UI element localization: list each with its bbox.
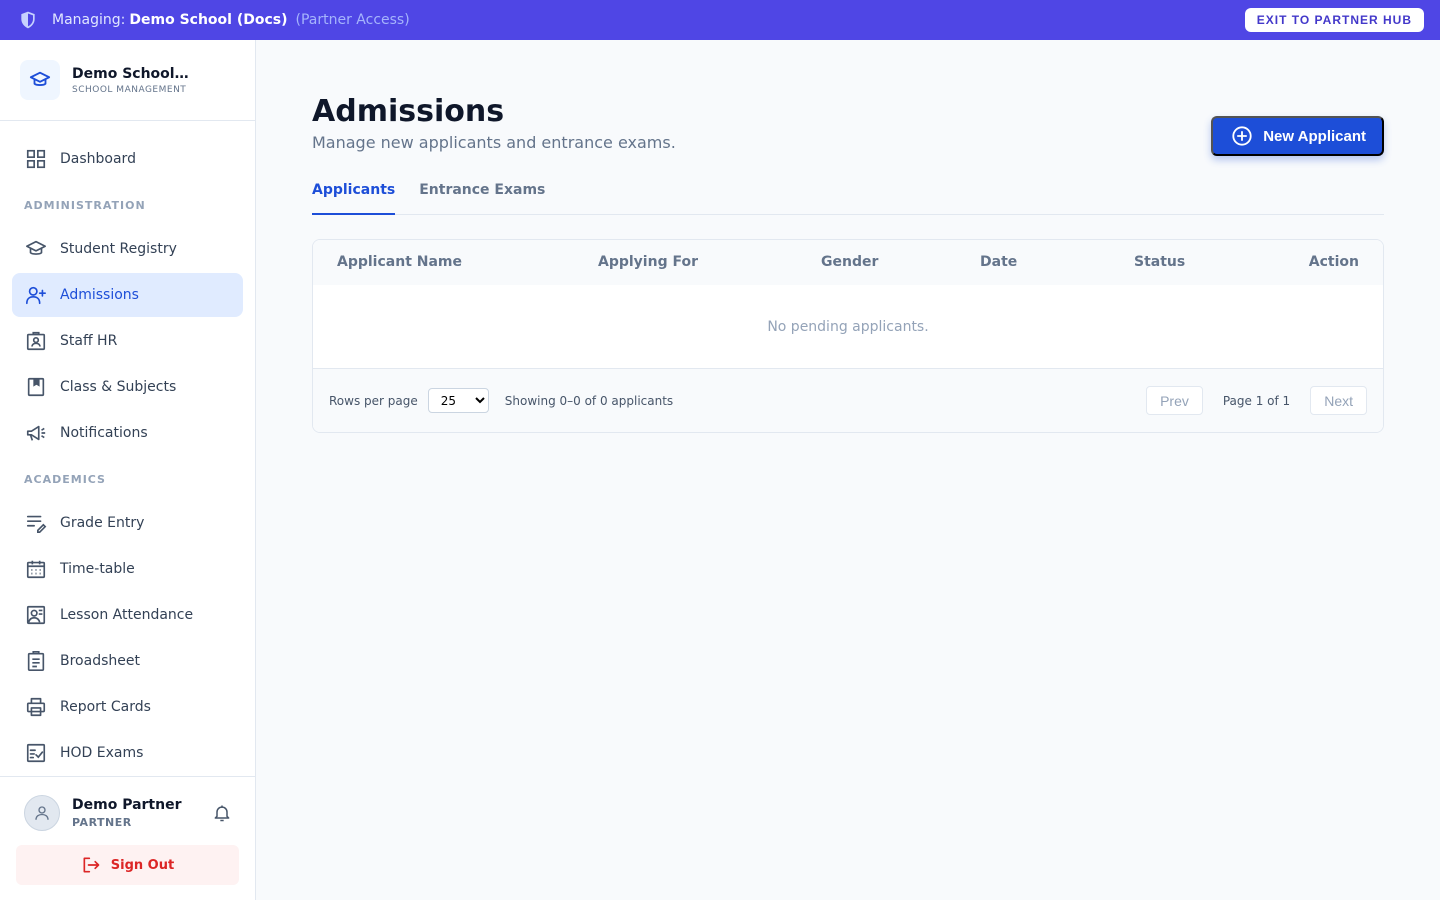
showing-count: Showing 0–0 of 0 applicants [504, 393, 674, 408]
admissions-tabs: Applicants Entrance Exams [312, 176, 1384, 215]
new-applicant-button[interactable]: New Applicant [1211, 116, 1384, 156]
applicants-table: Applicant Name Applying For Gender Date … [312, 239, 1384, 433]
sidebar-item-notifications[interactable]: Notifications [12, 411, 243, 455]
empty-state-message: No pending applicants. [313, 285, 1383, 369]
sidebar: Demo School… SCHOOL MANAGEMENT Dashboard… [0, 40, 256, 900]
column-header-date[interactable]: Date [980, 254, 1017, 270]
sign-out-label: Sign Out [110, 857, 175, 873]
user-name: Demo Partner [72, 797, 182, 813]
sidebar-item-admissions[interactable]: Admissions [12, 273, 243, 317]
tab-applicants[interactable]: Applicants [312, 176, 396, 215]
sidebar-item-class-subjects[interactable]: Class & Subjects [12, 365, 243, 409]
rows-per-page-select[interactable]: 25 [427, 388, 489, 413]
user-role: PARTNER [72, 816, 132, 829]
shield-icon [18, 10, 38, 30]
printer-icon [24, 695, 48, 719]
partner-access-banner: Managing: Demo School (Docs) (Partner Ac… [0, 0, 1440, 40]
user-profile[interactable]: Demo Partner PARTNER [24, 795, 239, 831]
next-page-button[interactable]: Next [1310, 386, 1367, 415]
sign-out-button[interactable]: Sign Out [16, 845, 239, 885]
presentation-user-icon [24, 603, 48, 627]
sidebar-item-lesson-attendance[interactable]: Lesson Attendance [12, 593, 243, 637]
grid-icon [24, 147, 48, 171]
brand-subtitle: SCHOOL MANAGEMENT [72, 84, 187, 95]
sidebar-item-report-cards[interactable]: Report Cards [12, 685, 243, 729]
plus-circle-icon [1231, 125, 1253, 147]
brand-name: Demo School… [72, 65, 189, 82]
page-title: Admissions [312, 94, 505, 129]
sidebar-item-label: Staff HR [60, 333, 118, 349]
book-icon [24, 375, 48, 399]
sidebar-item-label: Admissions [60, 287, 139, 303]
sidebar-item-grade-entry[interactable]: Grade Entry [12, 501, 243, 545]
rows-per-page-label: Rows per page [329, 393, 418, 408]
sidebar-footer: Demo Partner PARTNER Sign Out [0, 776, 255, 900]
sidebar-item-label: Report Cards [60, 699, 151, 715]
sidebar-item-label: Grade Entry [60, 515, 145, 531]
column-header-applying-for[interactable]: Applying For [598, 254, 698, 270]
id-badge-icon [24, 329, 48, 353]
page-subtitle: Manage new applicants and entrance exams… [312, 133, 676, 152]
checklist-icon [24, 741, 48, 765]
sidebar-item-student-registry[interactable]: Student Registry [12, 227, 243, 271]
sidebar-item-time-table[interactable]: Time-table [12, 547, 243, 591]
managed-school-name: Demo School (Docs) [129, 12, 288, 28]
sidebar-item-label: Lesson Attendance [60, 607, 194, 623]
calendar-icon [24, 557, 48, 581]
column-header-gender[interactable]: Gender [821, 254, 878, 270]
sign-out-icon [81, 855, 101, 875]
exit-to-partner-hub-button[interactable]: EXIT TO PARTNER HUB [1244, 8, 1424, 32]
access-note: (Partner Access) [295, 12, 410, 28]
column-header-action: Action [1308, 254, 1359, 270]
table-header: Applicant Name Applying For Gender Date … [313, 240, 1383, 285]
edit-list-icon [24, 511, 48, 535]
section-academics: ACADEMICS [24, 472, 106, 486]
page-info: Page 1 of 1 [1222, 393, 1291, 408]
sidebar-item-broadsheet[interactable]: Broadsheet [12, 639, 243, 683]
pagination-bar: Rows per page 25 Showing 0–0 of 0 applic… [313, 369, 1383, 432]
managing-label: Managing: [52, 12, 126, 28]
user-plus-icon [24, 283, 48, 307]
column-header-status[interactable]: Status [1134, 254, 1185, 270]
sidebar-item-label: Time-table [60, 561, 135, 577]
bell-icon[interactable] [211, 802, 233, 824]
sidebar-item-label: Class & Subjects [60, 379, 177, 395]
sidebar-item-hod-exams[interactable]: HOD Exams [12, 731, 243, 775]
brand-header[interactable]: Demo School… SCHOOL MANAGEMENT [0, 40, 255, 121]
sidebar-item-label: Dashboard [60, 151, 136, 167]
clipboard-list-icon [24, 649, 48, 673]
avatar [24, 795, 60, 831]
new-applicant-label: New Applicant [1263, 127, 1366, 145]
prev-page-button[interactable]: Prev [1146, 386, 1203, 415]
sidebar-item-label: Student Registry [60, 241, 177, 257]
sidebar-item-label: Notifications [60, 425, 148, 441]
graduation-cap-icon [20, 60, 60, 100]
sidebar-item-label: Broadsheet [60, 653, 140, 669]
sidebar-item-staff-hr[interactable]: Staff HR [12, 319, 243, 363]
sidebar-item-dashboard[interactable]: Dashboard [12, 137, 243, 181]
megaphone-icon [24, 421, 48, 445]
graduation-cap-icon [24, 237, 48, 261]
sidebar-item-label: HOD Exams [60, 745, 144, 761]
section-administration: ADMINISTRATION [24, 198, 146, 212]
column-header-applicant-name[interactable]: Applicant Name [337, 254, 462, 270]
tab-entrance-exams[interactable]: Entrance Exams [419, 176, 545, 215]
sidebar-nav: Dashboard ADMINISTRATION Student Registr… [0, 121, 255, 775]
